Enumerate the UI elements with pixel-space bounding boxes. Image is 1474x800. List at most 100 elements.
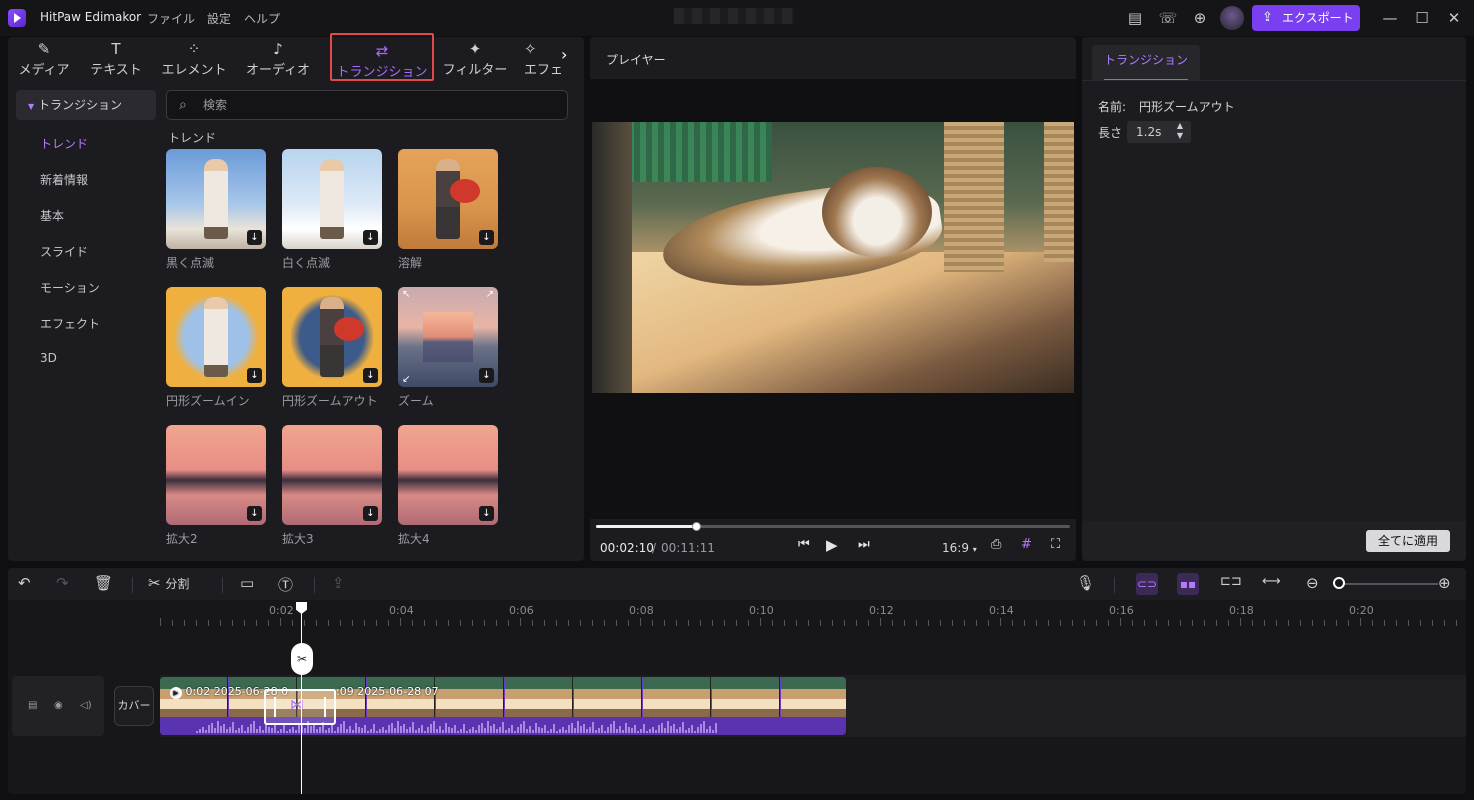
waveform-bar [475,730,477,733]
camera-icon[interactable]: ⎙ [991,537,1001,552]
search-box[interactable]: ⌕ [166,90,568,120]
download-icon[interactable]: ↓ [479,368,494,383]
fit-width-icon[interactable]: ⟷ [1262,574,1281,589]
download-icon[interactable]: ⊕ [1190,8,1210,28]
eye-icon[interactable]: ◉ [54,700,63,711]
waveform-bar [418,728,420,733]
microphone-icon[interactable]: 🎙 [1076,574,1095,592]
sidebar-item-new[interactable]: 新着情報 [40,171,88,188]
ruler-tick [1060,620,1061,626]
undo-icon[interactable]: ↶ [18,574,31,592]
sidebar-item-trend[interactable]: トレンド [40,135,88,152]
subtitle-icon[interactable]: ▭ [240,574,254,592]
fullscreen-icon[interactable]: ⛶ [1051,537,1060,552]
split-track-icon[interactable]: ⊏⊐ [1220,574,1242,589]
transition-tile[interactable]: ↓ [398,425,498,525]
layout-icon[interactable]: ▤ [1125,8,1145,28]
tab-transition[interactable]: ⇄ トランジション [330,33,434,81]
tab-filter[interactable]: ✦ フィルター [440,37,510,83]
length-stepper[interactable]: 1.2s ▲ ▼ [1127,121,1191,143]
download-icon[interactable]: ↓ [479,230,494,245]
transition-tile[interactable]: ↓ [282,287,382,387]
transition-marker[interactable]: ⋈ [264,689,336,725]
redo-icon[interactable]: ↷ [56,574,69,592]
tab-effect[interactable]: ✧ エフェ [524,37,564,83]
sidebar-item-effect[interactable]: エフェクト [40,315,100,332]
link-icon[interactable]: ⊂⊃ [1136,573,1158,595]
delete-icon[interactable]: 🗑 [94,574,113,592]
menu-help[interactable]: ヘルプ [244,10,280,27]
zoom-slider[interactable] [1338,583,1438,585]
waveform-bar [502,722,504,733]
ruler-label: 0:12 [869,604,894,617]
transition-tile[interactable]: ↓ [166,425,266,525]
zoom-out-icon[interactable]: ⊖ [1306,574,1319,592]
video-preview[interactable] [592,122,1074,393]
menu-settings[interactable]: 設定 [207,10,231,27]
zoom-knob[interactable] [1333,577,1345,589]
progress-knob[interactable] [691,522,701,531]
minimize-icon[interactable]: — [1380,8,1400,28]
playhead[interactable] [301,604,302,794]
download-icon[interactable]: ↓ [479,506,494,521]
maximize-icon[interactable]: ☐ [1412,8,1432,28]
zoom-in-icon[interactable]: ⊕ [1438,574,1451,592]
waveform-bar [526,729,528,733]
aspect-ratio-select[interactable]: 16:9 ▾ [942,541,977,555]
chevron-right-icon[interactable]: › [561,45,567,64]
export-button[interactable]: ⇪ エクスポート [1252,5,1360,31]
transition-tile[interactable]: ↓ [282,149,382,249]
film-icon[interactable]: ▤ [28,700,37,711]
transition-tile[interactable]: ↓ [282,425,382,525]
waveform-bar [346,729,348,733]
next-frame-icon[interactable]: ⏭ [858,537,870,552]
waveform-bar [280,729,282,733]
download-icon[interactable]: ↓ [247,230,262,245]
transition-tile[interactable]: ↓ [166,149,266,249]
tab-audio[interactable]: ♪ オーディオ [242,37,314,83]
export-clip-icon[interactable]: ⇪ [332,574,345,592]
stepper-arrows-icon[interactable]: ▲ ▼ [1177,121,1183,141]
sidebar-item-motion[interactable]: モーション [40,279,100,296]
sidebar-item-slide[interactable]: スライド [40,243,88,260]
sidebar-item-basic[interactable]: 基本 [40,207,64,224]
timeline-ruler[interactable]: 0:02 0:04 0:06 0:08 0:10 0:12 0:14 0:16 0:18 0:20 [160,600,1466,626]
waveform-bar [424,731,426,733]
play-icon[interactable]: ▶ [826,536,838,554]
text-box-icon[interactable]: Ⓣ [278,574,293,595]
download-icon[interactable]: ↓ [363,506,378,521]
split-button[interactable]: ✂ 分割 [148,574,189,592]
avatar[interactable] [1220,6,1244,30]
scissors-icon[interactable]: ✂ [291,643,313,675]
snap-icon[interactable]: ▪▪ [1177,573,1199,595]
waveform-bar [598,728,600,733]
tab-element[interactable]: ⁘ エレメント [158,37,230,83]
apply-all-button[interactable]: 全てに適用 [1366,530,1450,552]
download-icon[interactable]: ↓ [247,368,262,383]
cover-button[interactable]: カバー [114,686,154,726]
transition-tile[interactable]: ↓ [166,287,266,387]
search-input[interactable] [203,91,553,119]
playback-progress[interactable] [596,522,1070,531]
tab-media[interactable]: ✎ メディア [12,37,76,83]
waveform-bar [535,723,537,733]
transition-tile[interactable]: ↖ ↗ ↙ ↓ [398,287,498,387]
transition-handle[interactable] [324,697,326,717]
prev-frame-icon[interactable]: ⏮ [798,537,810,552]
menu-file[interactable]: ファイル [147,10,195,27]
ruler-tick [676,620,677,626]
download-icon[interactable]: ↓ [363,230,378,245]
feedback-icon[interactable]: ☏ [1158,8,1178,28]
close-icon[interactable]: ✕ [1444,8,1464,28]
video-clip[interactable]: ▶ 0:02 2025-06-28 0 :09 2025-06-28 07 [160,677,846,735]
download-icon[interactable]: ↓ [247,506,262,521]
tab-transition-properties[interactable]: トランジション [1092,45,1200,81]
transition-tile[interactable]: ↓ [398,149,498,249]
tab-text[interactable]: T テキスト [84,37,148,83]
speaker-icon[interactable]: ◁) [80,700,92,711]
sidebar-item-3d[interactable]: 3D [40,351,57,365]
transition-handle[interactable] [274,697,276,717]
sidebar-header[interactable]: ▼ トランジション [16,90,156,120]
grid-icon[interactable]: # [1021,537,1032,552]
download-icon[interactable]: ↓ [363,368,378,383]
